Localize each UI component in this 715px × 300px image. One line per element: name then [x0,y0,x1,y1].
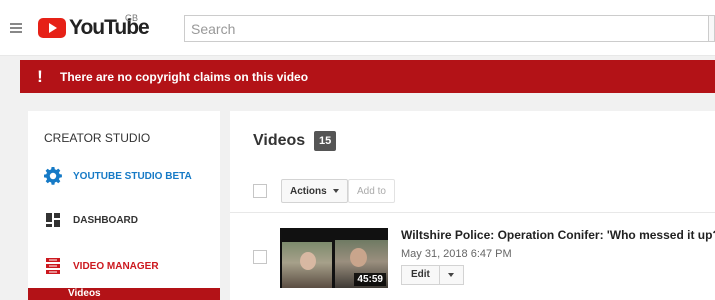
video-duration: 45:59 [354,273,386,286]
video-title-link[interactable]: Wiltshire Police: Operation Conifer: 'Wh… [401,228,715,242]
video-row-checkbox[interactable] [253,250,267,264]
add-to-label: Add to [357,185,386,197]
copyright-alert: ! There are no copyright claims on this … [20,60,715,93]
edit-dropdown-button[interactable] [439,265,464,285]
video-count-badge: 15 [314,131,337,151]
alert-message: There are no copyright claims on this vi… [60,69,309,84]
actions-button[interactable]: Actions [281,179,348,203]
divider [230,212,715,213]
sidebar-title: CREATOR STUDIO [44,131,151,145]
chevron-down-icon [332,189,339,193]
add-to-button[interactable]: Add to [348,179,395,203]
youtube-play-icon [38,18,66,38]
video-manager-icon [43,256,63,276]
creator-studio-sidebar: CREATOR STUDIO YOUTUBE STUDIO BETA DASHB… [28,111,220,300]
gear-icon [43,166,63,186]
chevron-down-icon [448,273,455,277]
video-manager-panel: Videos 15 Actions Add to 45:59 Wiltshire… [230,111,715,300]
sidebar-item-dashboard[interactable]: DASHBOARD [28,204,220,236]
edit-button-group: Edit [401,265,464,285]
video-date: May 31, 2018 6:47 PM [401,248,512,260]
search-input[interactable] [184,15,709,42]
sidebar-item-label: VIDEO MANAGER [73,260,159,272]
search-button[interactable] [708,15,715,42]
sidebar-subitem-videos[interactable]: Videos [28,288,220,300]
video-thumbnail[interactable]: 45:59 [280,228,388,288]
edit-button[interactable]: Edit [401,265,440,285]
dashboard-icon [43,210,63,230]
thumbnail-face-left [300,252,316,270]
menu-icon[interactable] [10,23,22,33]
select-all-checkbox[interactable] [253,184,267,198]
sidebar-item-label: YOUTUBE STUDIO BETA [73,170,192,182]
actions-label: Actions [290,185,327,197]
country-code: GB [125,13,139,23]
sidebar-item-label: DASHBOARD [73,214,138,226]
sidebar-item-youtube-studio-beta[interactable]: YOUTUBE STUDIO BETA [28,160,220,192]
page-title: Videos [253,132,306,149]
thumbnail-face-right [350,248,367,267]
masthead: YouTube GB [0,0,715,56]
exclamation-icon: ! [37,66,43,86]
sidebar-item-video-manager[interactable]: VIDEO MANAGER [28,250,220,282]
